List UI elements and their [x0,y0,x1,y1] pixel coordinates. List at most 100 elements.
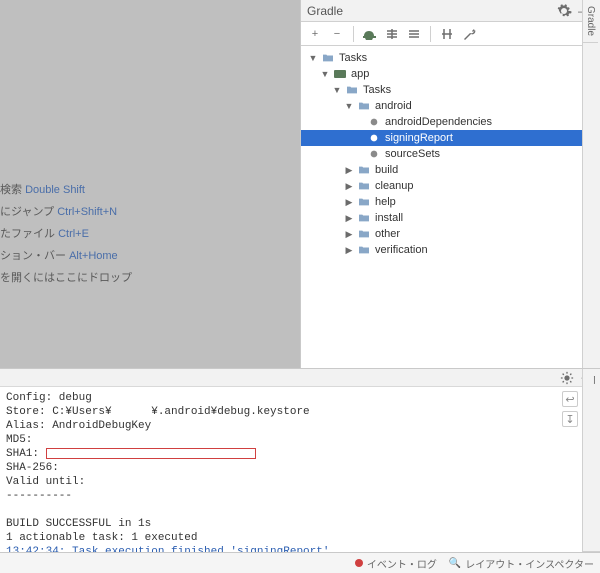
chevron-down-icon[interactable]: ▼ [343,100,355,112]
tree-label: signingReport [385,132,453,144]
tree-row-help[interactable]: ▶ help [301,194,600,210]
hint-search-key: Double Shift [25,184,85,196]
run-toolbar: — [0,369,600,387]
collapse-all-icon[interactable] [406,26,422,42]
tree-row-source-sets[interactable]: sourceSets [301,146,600,162]
hint-drop-label: を開くにはここにドロップ [0,272,132,284]
folder-icon [321,52,335,64]
chevron-right-icon[interactable]: ▶ [343,180,355,192]
task-icon [367,116,381,128]
tree-label: cleanup [375,180,414,192]
folder-icon [357,180,371,192]
status-event-log[interactable]: イベント・ログ [355,556,437,571]
scroll-end-icon[interactable]: ↧ [562,411,578,427]
remove-icon[interactable]: − [329,26,345,42]
status-label: レイアウト・インスペクター [465,556,594,571]
chevron-down-icon[interactable]: ▼ [307,52,319,64]
tree-label: app [351,68,369,80]
console-line: Valid until: [6,476,85,488]
chevron-right-icon[interactable]: ▶ [343,212,355,224]
tree-label: verification [375,244,428,256]
toggle-icon[interactable] [439,26,455,42]
status-bar: イベント・ログ 🔍 レイアウト・インスペクター [0,552,600,573]
gear-icon[interactable] [556,3,572,19]
tree-label: Tasks [363,84,391,96]
tree-row-android[interactable]: ▼android [301,98,600,114]
status-layout-inspector[interactable]: 🔍 レイアウト・インスペクター [449,556,594,571]
gradle-panel: Gradle — + − ▼ Tasks ▼ app ▼ Tasks ▼android [300,0,600,368]
hint-jump-label: にジャンプ [0,206,54,218]
console-line: SHA1: [6,448,46,460]
chevron-right-icon[interactable]: ▶ [343,196,355,208]
expand-all-icon[interactable] [384,26,400,42]
toolbar-separator [430,26,431,42]
redacted-box [46,448,256,459]
chevron-right-icon[interactable]: ▶ [343,164,355,176]
console-line: Store: C:¥Users¥ ¥.android¥debug.keystor… [6,406,310,418]
chevron-down-icon[interactable]: ▼ [331,84,343,96]
tree-label: other [375,228,400,240]
folder-icon [357,196,371,208]
tab-gradle[interactable]: Gradle [583,0,598,43]
tree-row-build[interactable]: ▶ build [301,162,600,178]
console-line: Config: debug [6,392,92,404]
task-icon [367,132,381,144]
folder-icon [357,212,371,224]
folder-icon [345,84,359,96]
status-label: イベント・ログ [367,556,437,571]
elephant-icon[interactable] [362,26,378,42]
chevron-right-icon[interactable]: ▶ [343,244,355,256]
tree-label: androidDependencies [385,116,492,128]
run-output-panel: — Config: debug Store: C:¥Users¥ ¥.andro… [0,368,600,552]
console-line: SHA-256: [6,462,59,474]
tab-device-explorer[interactable]: デバイス・ファイル・エクスプローラー [583,369,600,552]
module-icon [333,68,347,80]
console-line: MD5: [6,434,32,446]
hint-navbar-key: Alt+Home [69,250,118,262]
inspector-icon: 🔍 [449,558,461,569]
gradle-panel-header: Gradle — [301,0,600,22]
tree-row-tasks[interactable]: ▼ Tasks [301,82,600,98]
folder-icon [357,100,371,112]
hint-jump-key: Ctrl+Shift+N [57,206,117,218]
tree-label: sourceSets [385,148,440,160]
soft-wrap-icon[interactable]: ↩ [562,391,578,407]
gradle-tree[interactable]: ▼ Tasks ▼ app ▼ Tasks ▼android androidDepen… [301,46,600,368]
tree-label: build [375,164,398,176]
shortcut-hints: 検索 Double Shift にジャンプ Ctrl+Shift+N たファイル… [0,175,132,291]
task-icon [367,148,381,160]
console-line: 1 actionable task: 1 executed [6,532,197,544]
folder-icon [357,244,371,256]
toolbar-separator [353,26,354,42]
gradle-toolbar: + − [301,22,600,46]
hint-recent-key: Ctrl+E [58,228,89,240]
hint-recent-label: たファイル [0,228,55,240]
tree-row-signing-report[interactable]: signingReport [301,130,600,146]
tree-row-other[interactable]: ▶ other [301,226,600,242]
right-tool-tabs: Gradle [582,0,600,368]
tree-row-install[interactable]: ▶install [301,210,600,226]
hint-search-label: 検索 [0,184,22,196]
folder-icon [357,228,371,240]
console-line-final: 13:42:34: Task execution finished 'signi… [6,546,336,552]
tree-row-tasks-root[interactable]: ▼ Tasks [301,50,600,66]
folder-icon [357,164,371,176]
wrench-icon[interactable] [461,26,477,42]
console-line: Alias: AndroidDebugKey [6,420,151,432]
gear-icon[interactable] [560,371,574,385]
tree-row-verification[interactable]: ▶ verification [301,242,600,258]
tree-row-app[interactable]: ▼ app [301,66,600,82]
console-line: ---------- [6,490,72,502]
chevron-down-icon[interactable]: ▼ [319,68,331,80]
console-output[interactable]: Config: debug Store: C:¥Users¥ ¥.android… [0,387,600,552]
add-icon[interactable]: + [307,26,323,42]
tree-row-cleanup[interactable]: ▶ cleanup [301,178,600,194]
hint-navbar-label: ション・バー [0,250,66,262]
tree-row-android-dependencies[interactable]: androidDependencies [301,114,600,130]
tree-label: Tasks [339,52,367,64]
tree-label: help [375,196,396,208]
editor-empty-area: 検索 Double Shift にジャンプ Ctrl+Shift+N たファイル… [0,0,300,368]
chevron-right-icon[interactable]: ▶ [343,228,355,240]
right-tool-tabs-lower: デバイス・ファイル・エクスプローラー [582,369,600,552]
gradle-panel-title: Gradle [307,4,554,18]
